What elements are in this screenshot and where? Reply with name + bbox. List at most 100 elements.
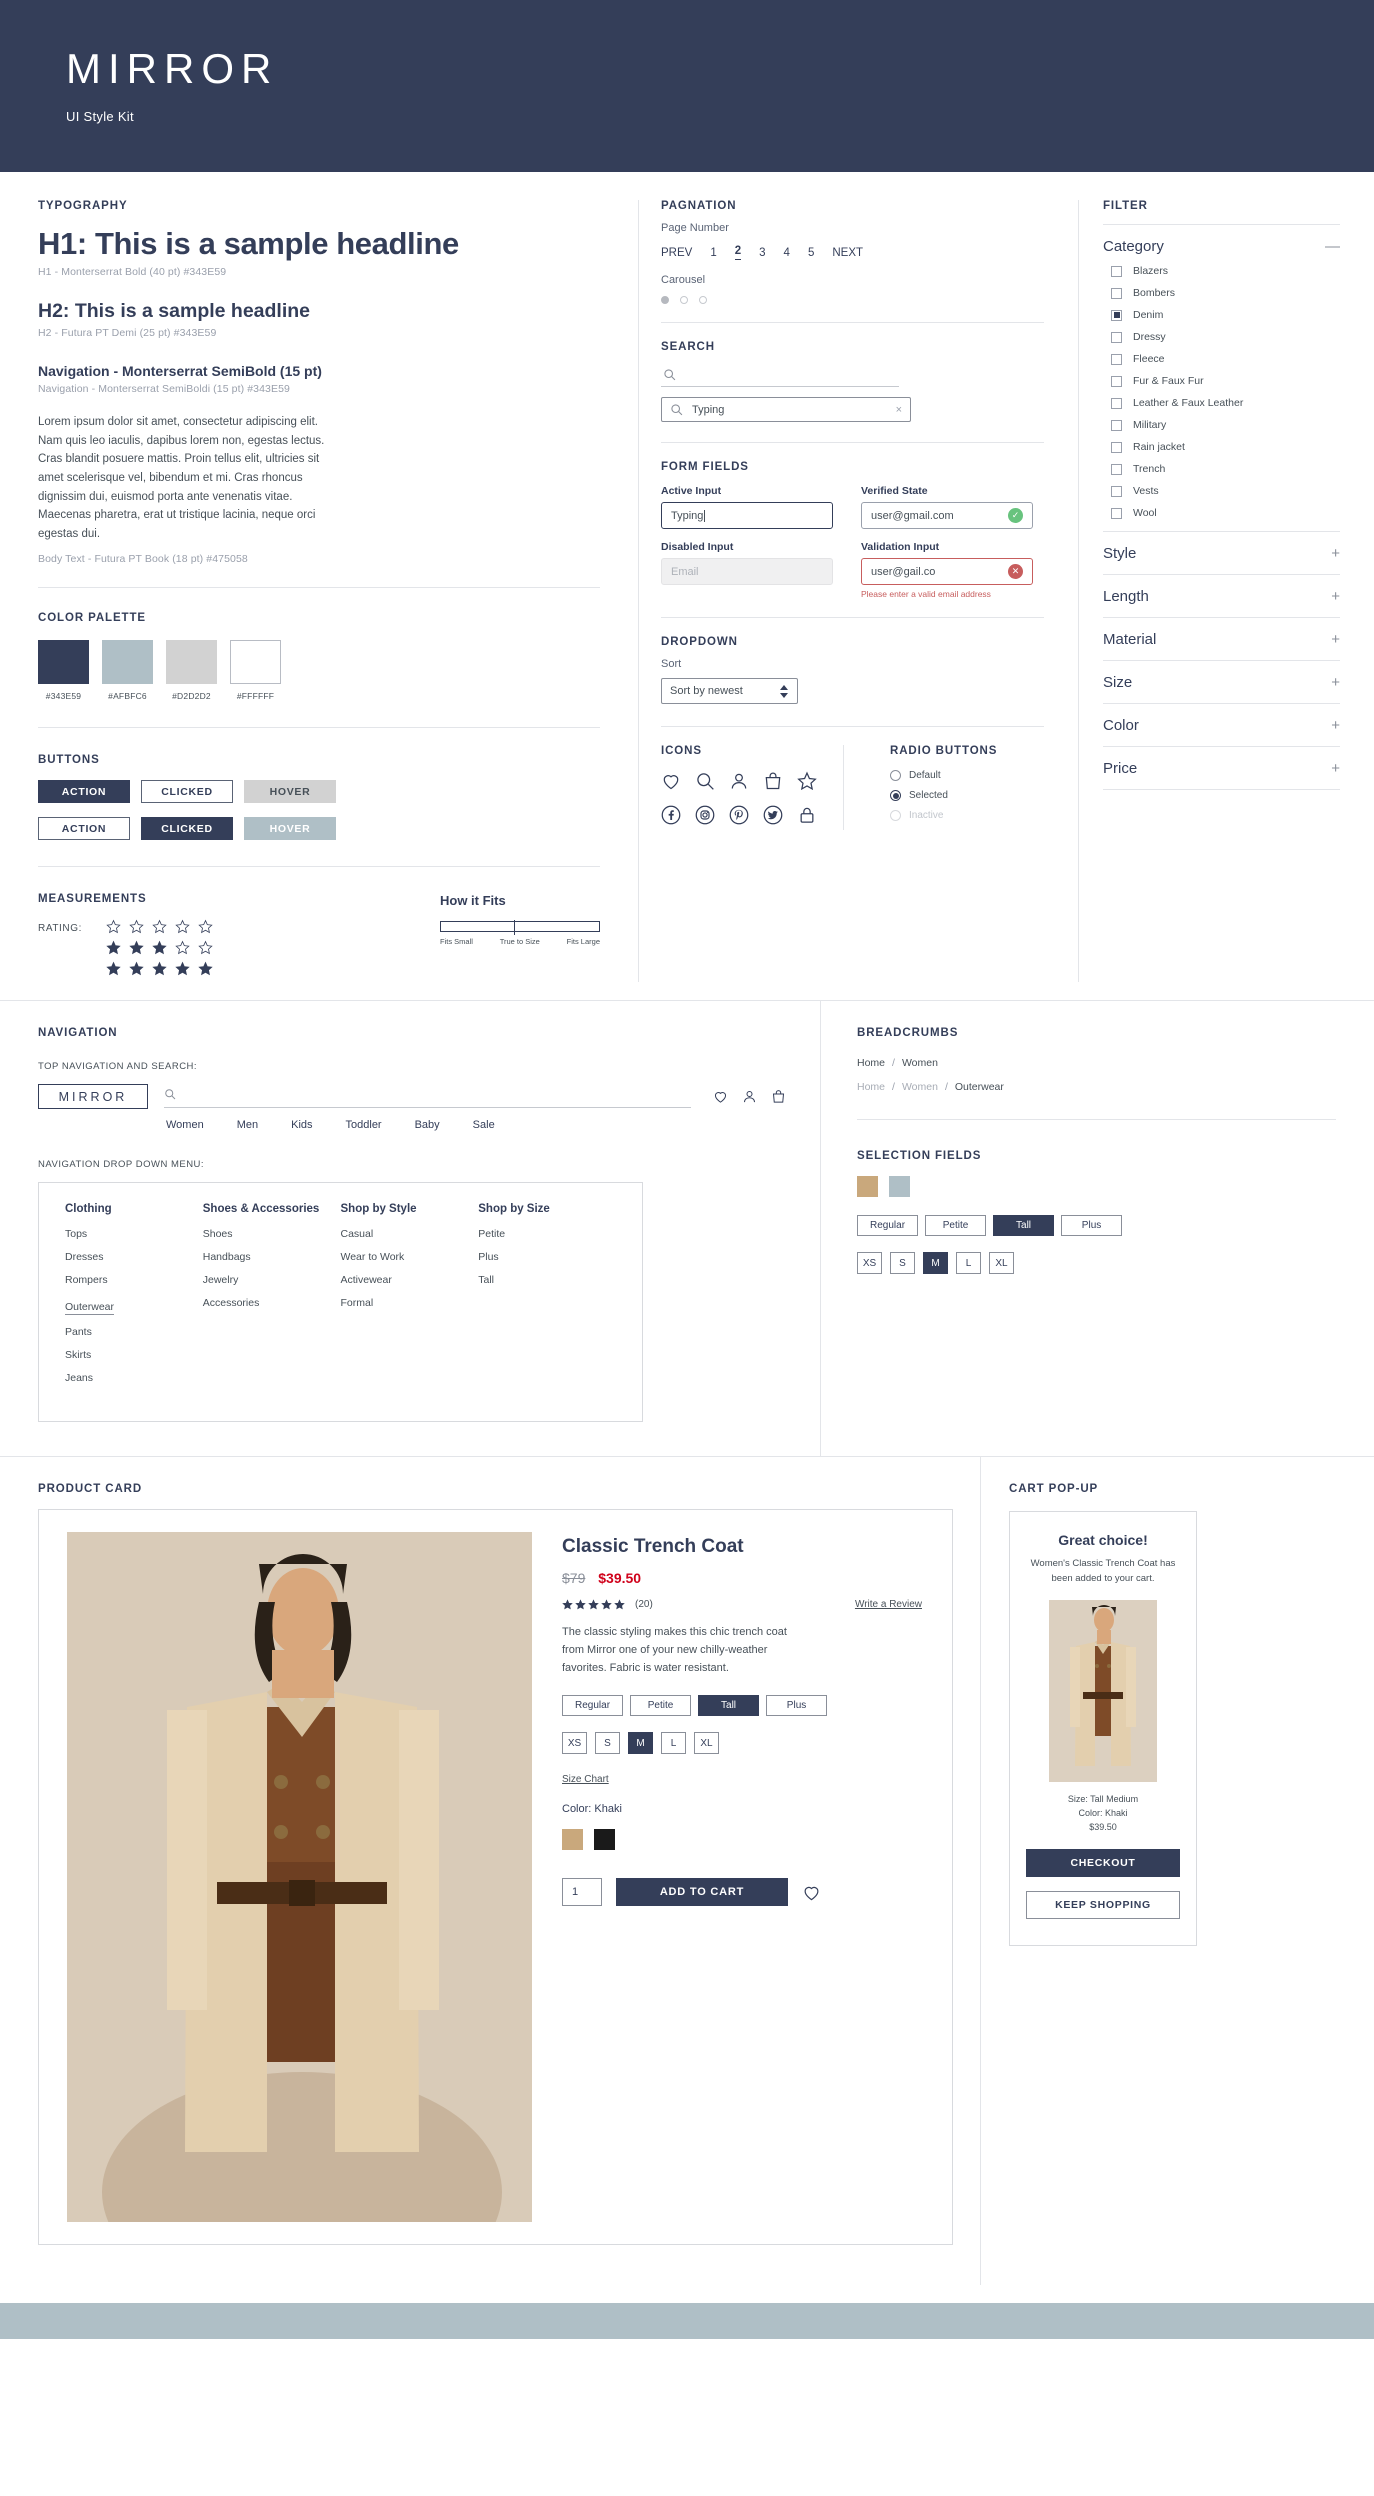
search-input-empty[interactable]: [685, 368, 897, 381]
product-size-row[interactable]: XS S M L XL: [562, 1732, 922, 1755]
product-color-swatches[interactable]: [562, 1829, 922, 1851]
star-row[interactable]: [106, 919, 213, 934]
validation-input[interactable]: user@gail.co ✕: [861, 558, 1033, 585]
nav-link-sale[interactable]: Sale: [473, 1119, 495, 1131]
checkbox-icon[interactable]: [1111, 397, 1122, 409]
radio-list[interactable]: Default Selected Inactive: [890, 770, 997, 821]
quantity-input[interactable]: 1: [562, 1878, 602, 1907]
carousel-dot[interactable]: [699, 296, 707, 304]
hover-button-blue[interactable]: HOVER: [244, 817, 336, 841]
breadcrumb-link[interactable]: Women: [902, 1057, 938, 1069]
menu-item[interactable]: Wear to Work: [341, 1251, 479, 1263]
star-icon[interactable]: [198, 940, 213, 955]
menu-item[interactable]: Pants: [65, 1326, 203, 1338]
filter-checkbox-item[interactable]: Fur & Faux Fur: [1103, 375, 1340, 387]
heart-icon[interactable]: [802, 1883, 821, 1902]
filter-checkbox-item[interactable]: Vests: [1103, 485, 1340, 497]
pagination-page-3[interactable]: 3: [759, 247, 765, 259]
plus-icon[interactable]: +: [1331, 545, 1340, 562]
product-fit-petite[interactable]: Petite: [630, 1695, 692, 1717]
pagination-controls[interactable]: PREV 1 2 3 4 5 NEXT: [661, 245, 1044, 260]
menu-item[interactable]: Jeans: [65, 1372, 203, 1384]
plus-icon[interactable]: +: [1331, 631, 1340, 648]
checkbox-icon[interactable]: [1111, 331, 1122, 343]
breadcrumb-link[interactable]: Women: [902, 1081, 938, 1093]
checkbox-icon[interactable]: [1111, 287, 1122, 299]
menu-item[interactable]: Petite: [478, 1228, 616, 1240]
carousel-dot[interactable]: [680, 296, 688, 304]
breadcrumb-link[interactable]: Outerwear: [955, 1081, 1004, 1093]
filter-group-header[interactable]: Material +: [1103, 631, 1340, 648]
filter-group-header[interactable]: Color +: [1103, 717, 1340, 734]
nav-logo[interactable]: MIRROR: [38, 1084, 148, 1110]
instagram-icon[interactable]: [695, 805, 715, 825]
pagination-page-1[interactable]: 1: [710, 247, 716, 259]
nav-link-list[interactable]: Women Men Kids Toddler Baby Sale: [166, 1119, 786, 1131]
filter-group-header[interactable]: Size +: [1103, 674, 1340, 691]
star-icon[interactable]: [106, 940, 121, 955]
color-swatch-row[interactable]: [857, 1176, 1336, 1198]
user-icon[interactable]: [742, 1089, 757, 1104]
radio-option[interactable]: Inactive: [890, 810, 997, 821]
action-button-ghost[interactable]: ACTION: [38, 817, 130, 841]
star-icon[interactable]: [106, 919, 121, 934]
fit-option-petite[interactable]: Petite: [925, 1215, 987, 1237]
plus-icon[interactable]: +: [1331, 717, 1340, 734]
menu-item[interactable]: Dresses: [65, 1251, 203, 1263]
menu-item[interactable]: Tall: [478, 1274, 616, 1286]
fit-pill-row[interactable]: Regular Petite Tall Plus: [857, 1215, 1336, 1237]
star-icon[interactable]: [198, 961, 213, 976]
active-input[interactable]: Typing: [661, 502, 833, 529]
fit-option-regular[interactable]: Regular: [857, 1215, 919, 1237]
rating-rows[interactable]: [106, 919, 213, 982]
product-color-option[interactable]: [594, 1829, 615, 1851]
product-size-xs[interactable]: XS: [562, 1732, 587, 1755]
breadcrumb-link[interactable]: Home: [857, 1057, 885, 1069]
plus-icon[interactable]: +: [1331, 588, 1340, 605]
radio-circle-icon[interactable]: [890, 790, 901, 801]
filter-checkbox-item[interactable]: Wool: [1103, 507, 1340, 519]
star-icon[interactable]: [175, 940, 190, 955]
radio-option[interactable]: Selected: [890, 790, 997, 801]
star-icon[interactable]: [198, 919, 213, 934]
menu-item[interactable]: Handbags: [203, 1251, 341, 1263]
filter-checkbox-item[interactable]: Leather & Faux Leather: [1103, 397, 1340, 409]
search-field-empty[interactable]: [661, 363, 899, 387]
plus-icon[interactable]: +: [1331, 674, 1340, 691]
size-option-s[interactable]: S: [890, 1252, 915, 1275]
filter-checkbox-item[interactable]: Military: [1103, 419, 1340, 431]
star-icon[interactable]: [152, 961, 167, 976]
nav-link-toddler[interactable]: Toddler: [346, 1119, 382, 1131]
product-fit-tall[interactable]: Tall: [698, 1695, 760, 1717]
checkbox-icon[interactable]: [1111, 441, 1122, 453]
checkbox-icon[interactable]: [1111, 265, 1122, 277]
star-icon[interactable]: [106, 961, 121, 976]
action-button-solid[interactable]: ACTION: [38, 780, 130, 804]
menu-item[interactable]: Outerwear: [65, 1301, 115, 1316]
heart-icon[interactable]: [713, 1089, 728, 1104]
filter-checkbox-item[interactable]: Rain jacket: [1103, 441, 1340, 453]
star-row[interactable]: [106, 961, 213, 976]
pagination-page-2[interactable]: 2: [734, 245, 742, 260]
product-size-xl[interactable]: XL: [694, 1732, 719, 1755]
fit-option-plus[interactable]: Plus: [1061, 1215, 1123, 1237]
lock-icon[interactable]: [797, 805, 817, 825]
bag-icon[interactable]: [763, 771, 783, 791]
pagination-prev[interactable]: PREV: [661, 247, 692, 259]
breadcrumb-trail-2[interactable]: Home / Women / Outerwear: [857, 1081, 1336, 1093]
nav-link-kids[interactable]: Kids: [291, 1119, 312, 1131]
breadcrumb-trail-1[interactable]: Home / Women: [857, 1057, 1336, 1069]
radio-option[interactable]: Default: [890, 770, 997, 781]
product-color-option[interactable]: [562, 1829, 583, 1851]
star-icon[interactable]: [588, 1599, 599, 1610]
size-option-xs[interactable]: XS: [857, 1252, 882, 1275]
pagination-page-5[interactable]: 5: [808, 247, 814, 259]
facebook-icon[interactable]: [661, 805, 681, 825]
sort-select[interactable]: Sort by newest: [661, 678, 798, 704]
checkbox-icon[interactable]: [1111, 419, 1122, 431]
filter-group-header[interactable]: Category —: [1103, 238, 1340, 255]
menu-item[interactable]: Casual: [341, 1228, 479, 1240]
search-icon[interactable]: [695, 771, 715, 791]
carousel-dot[interactable]: [661, 296, 669, 304]
radio-circle-icon[interactable]: [890, 770, 901, 781]
